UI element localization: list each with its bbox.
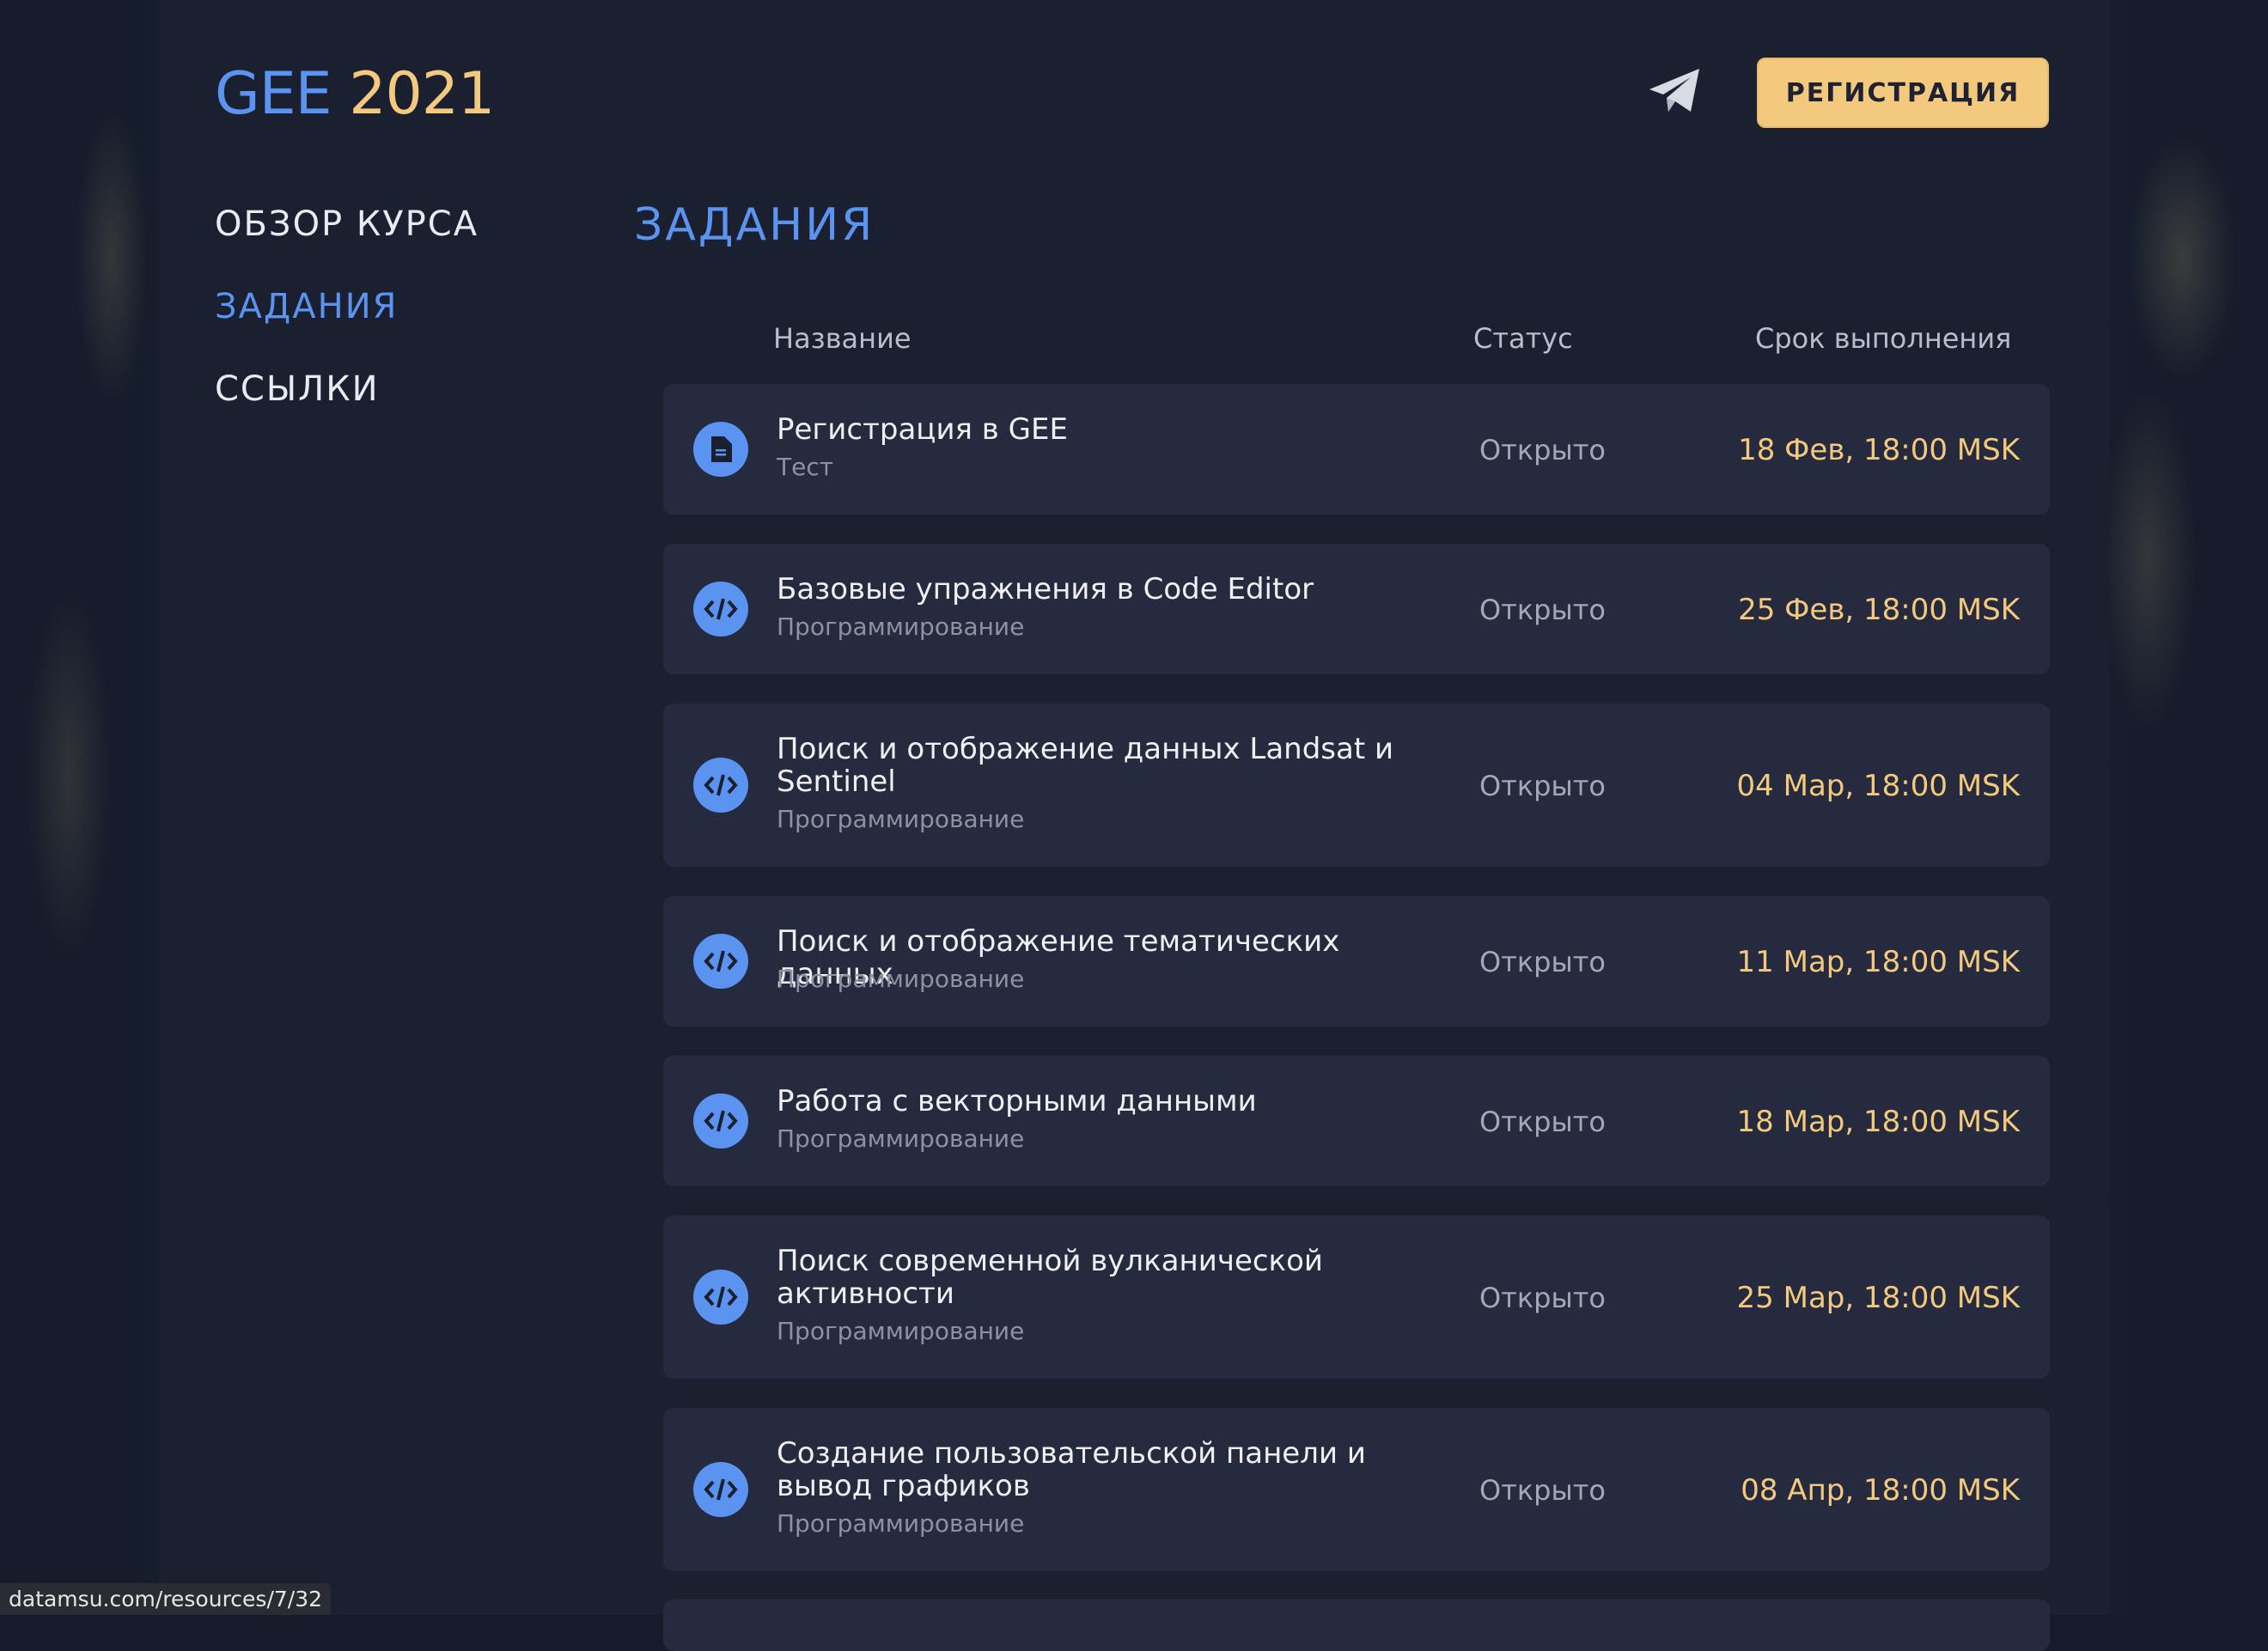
task-deadline: 25 Мар, 18:00 MSK	[1736, 1281, 2020, 1315]
task-row[interactable]: Поиск и отображение данных Landsat и Sen…	[663, 704, 2050, 867]
task-row[interactable]: Поиск современной вулканической активнос…	[663, 1215, 2050, 1379]
document-icon	[693, 422, 748, 477]
task-title: Работа с векторными данными	[777, 1084, 1257, 1118]
column-header-status: Статус	[1473, 322, 1573, 355]
task-status: Открыто	[1479, 1106, 1606, 1138]
task-status: Открыто	[1479, 770, 1606, 802]
task-status: Открыто	[1479, 946, 1606, 978]
task-status: Открыто	[1479, 434, 1606, 466]
task-deadline: 18 Фев, 18:00 MSK	[1738, 433, 2020, 467]
site-logo[interactable]: GEE 2021	[215, 60, 495, 128]
task-row[interactable]: Поиск и отображение тематических данных …	[663, 896, 2050, 1027]
task-status: Открыто	[1479, 1474, 1606, 1507]
task-row[interactable]: Создание пользовательской панели и вывод…	[663, 1408, 2050, 1571]
task-deadline: 25 Фев, 18:00 MSK	[1738, 593, 2020, 627]
task-row[interactable]: Регистрация в GEE Тест Открыто 18 Фев, 1…	[663, 384, 2050, 515]
link-preview-url: datamsu.com/resources/7/32	[0, 1583, 332, 1615]
task-title: Базовые упражнения в Code Editor	[777, 572, 1314, 606]
code-icon	[693, 1270, 748, 1325]
code-icon	[693, 934, 748, 989]
logo-gee: GEE	[215, 60, 332, 128]
column-header-deadline: Срок выполнения	[1755, 322, 2012, 355]
task-title: Поиск и отображение данных Landsat и Sen…	[777, 732, 1394, 799]
task-deadline: 04 Мар, 18:00 MSK	[1736, 769, 2020, 803]
task-type: Программирование	[777, 965, 1025, 993]
column-header-name: Название	[773, 322, 911, 355]
task-type: Программирование	[777, 1509, 1025, 1538]
code-icon	[693, 582, 748, 637]
task-type: Программирование	[777, 805, 1025, 833]
code-icon	[693, 1094, 748, 1148]
task-title: Регистрация в GEE	[777, 412, 1068, 447]
task-type: Программирование	[777, 1317, 1025, 1345]
task-status: Открыто	[1479, 594, 1606, 626]
telegram-icon[interactable]	[1648, 67, 1703, 115]
nav-item-links[interactable]: ССЫЛКИ	[215, 369, 380, 409]
task-status: Открыто	[1479, 1282, 1606, 1314]
task-deadline: 11 Мар, 18:00 MSK	[1736, 945, 2020, 979]
task-row[interactable]: Базовые упражнения в Code Editor Програм…	[663, 544, 2050, 674]
task-row[interactable]	[663, 1599, 2050, 1651]
code-icon	[693, 758, 748, 813]
task-deadline: 08 Апр, 18:00 MSK	[1741, 1473, 2020, 1508]
task-title: Поиск современной вулканической активнос…	[777, 1244, 1323, 1311]
nav-item-tasks[interactable]: ЗАДАНИЯ	[215, 287, 398, 326]
task-deadline: 18 Мар, 18:00 MSK	[1736, 1105, 2020, 1139]
task-type: Тест	[777, 453, 834, 481]
task-row[interactable]: Работа с векторными данными Программиров…	[663, 1056, 2050, 1186]
task-type: Программирование	[777, 1124, 1025, 1153]
page-title: ЗАДАНИЯ	[634, 199, 875, 251]
task-type: Программирование	[777, 612, 1025, 641]
task-title: Создание пользовательской панели и вывод…	[777, 1436, 1366, 1503]
register-button[interactable]: РЕГИСТРАЦИЯ	[1757, 58, 2049, 128]
logo-year: 2021	[349, 60, 495, 128]
code-icon	[693, 1462, 748, 1517]
nav-item-overview[interactable]: ОБЗОР КУРСА	[215, 204, 479, 244]
